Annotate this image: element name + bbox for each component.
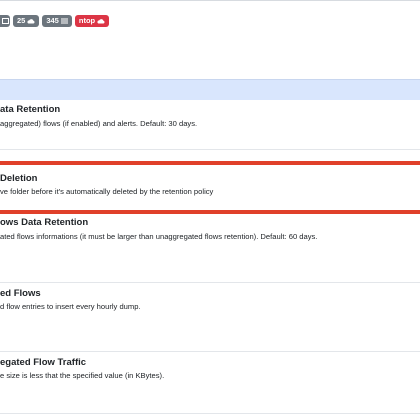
badge-flows-label: 345 [46, 16, 59, 25]
setting-title: ows Data Retention [0, 217, 89, 228]
table-header-band [0, 79, 420, 100]
badge-window[interactable] [0, 15, 10, 27]
cloud-icon [97, 19, 105, 24]
badge-hosts[interactable]: 25 [13, 15, 40, 27]
setting-title: Deletion [0, 173, 38, 184]
badge-ntop-label: ntop [78, 16, 96, 25]
setting-description: e size is less that the specified value … [0, 371, 165, 380]
row-divider [0, 282, 420, 283]
row-divider [0, 351, 420, 352]
cloud-icon [27, 19, 35, 24]
setting-title: ed Flows [0, 288, 41, 299]
badge-flows[interactable]: 345 [42, 15, 72, 27]
row-divider [0, 149, 420, 150]
setting-description: d flow entries to insert every hourly du… [0, 302, 141, 311]
badge-hosts-label: 25 [17, 16, 26, 25]
setting-title: egated Flow Traffic [0, 357, 87, 368]
badge-ntop[interactable]: ntop [74, 15, 110, 27]
highlight-border-bottom [0, 210, 420, 214]
setting-title: ata Retention [0, 104, 61, 115]
status-badges: 25 345 ntop [0, 15, 110, 28]
window-icon [1, 18, 9, 24]
top-border [0, 0, 420, 1]
setting-description: aggregated) flows (if enabled) and alert… [0, 119, 198, 128]
list-icon [60, 18, 68, 24]
setting-description: ve folder before it's automatically dele… [0, 187, 214, 196]
row-divider [0, 413, 420, 414]
highlight-border-top [0, 161, 420, 165]
setting-description: ated flows informations (it must be larg… [0, 232, 318, 241]
